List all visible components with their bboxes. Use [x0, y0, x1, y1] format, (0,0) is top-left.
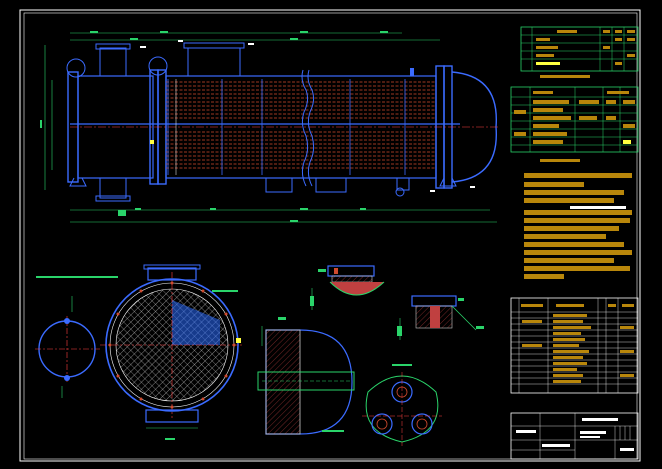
tube-sheet-section	[100, 264, 244, 440]
heat-exchanger-elevation	[40, 31, 500, 223]
parts-list-table	[510, 297, 639, 394]
technical-notes	[524, 173, 632, 279]
head-cross-section	[257, 317, 355, 435]
cad-drawing	[19, 9, 641, 462]
design-data-table	[510, 86, 639, 162]
title-block	[510, 412, 639, 460]
nozzle-detail-a	[310, 265, 385, 310]
triple-nozzle-view	[362, 364, 442, 446]
nozzle-detail-b	[397, 295, 484, 340]
flange-view	[35, 276, 118, 398]
nozzle-table	[520, 26, 639, 78]
